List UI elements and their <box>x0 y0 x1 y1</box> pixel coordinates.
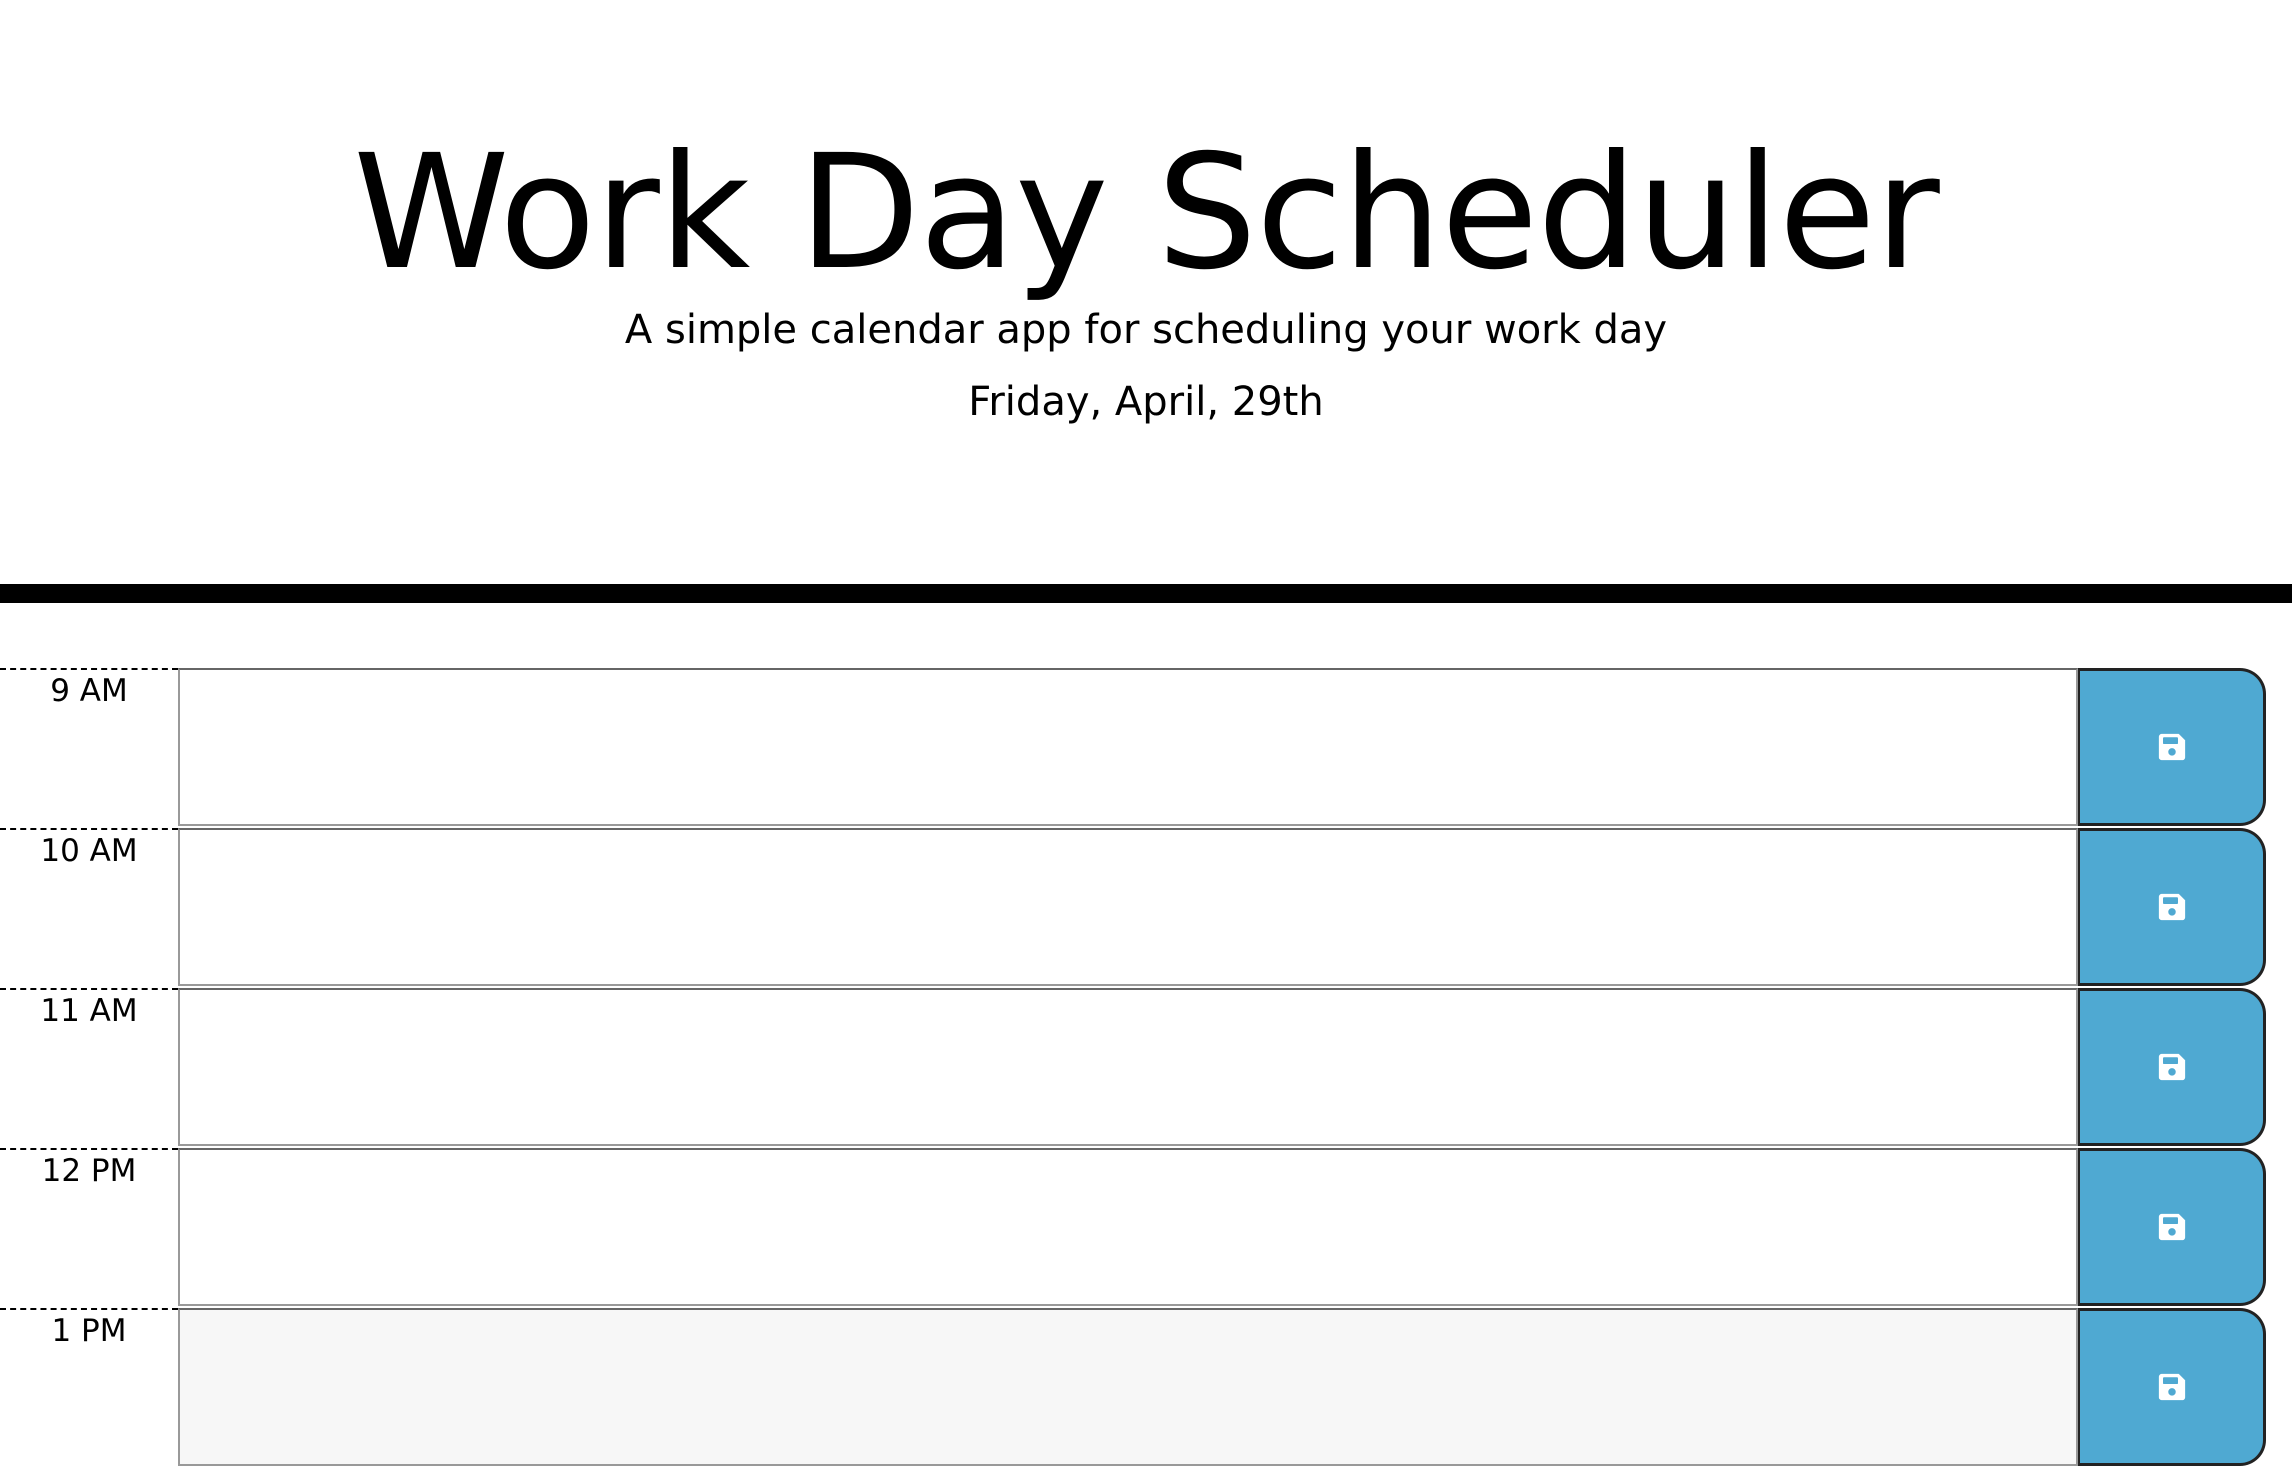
save-button[interactable] <box>2078 1308 2266 1466</box>
time-block-9am: 9 AM <box>0 668 2292 828</box>
time-block-11am: 11 AM <box>0 988 2292 1148</box>
hour-label: 11 AM <box>0 988 178 1146</box>
current-day: Friday, April, 29th <box>968 379 1324 425</box>
floppy-disk-icon <box>2158 1213 2185 1241</box>
save-button[interactable] <box>2078 988 2266 1146</box>
floppy-disk-icon <box>2158 1373 2185 1401</box>
time-block-10am: 10 AM <box>0 828 2292 988</box>
page-subtitle: A simple calendar app for scheduling you… <box>624 307 1668 353</box>
page-title: Work Day Scheduler <box>353 121 1940 305</box>
time-block-1pm: 1 PM <box>0 1308 2292 1468</box>
timeblocks-container: 9 AM 10 AM 11 AM 12 PM 1 PM <box>0 668 2292 1468</box>
floppy-disk-icon <box>2158 1053 2185 1081</box>
hour-label: 10 AM <box>0 828 178 986</box>
save-button[interactable] <box>2078 668 2266 826</box>
floppy-disk-icon <box>2158 893 2185 921</box>
event-description-input[interactable] <box>178 1308 2078 1466</box>
save-button[interactable] <box>2078 1148 2266 1306</box>
hour-label: 9 AM <box>0 668 178 826</box>
floppy-disk-icon <box>2158 733 2185 761</box>
event-description-input[interactable] <box>178 1148 2078 1306</box>
event-description-input[interactable] <box>178 668 2078 826</box>
time-block-12pm: 12 PM <box>0 1148 2292 1308</box>
hour-label: 1 PM <box>0 1308 178 1466</box>
save-button[interactable] <box>2078 828 2266 986</box>
event-description-input[interactable] <box>178 988 2078 1146</box>
event-description-input[interactable] <box>178 828 2078 986</box>
hour-label: 12 PM <box>0 1148 178 1306</box>
header-jumbotron: Work Day Scheduler A simple calendar app… <box>0 0 2292 603</box>
